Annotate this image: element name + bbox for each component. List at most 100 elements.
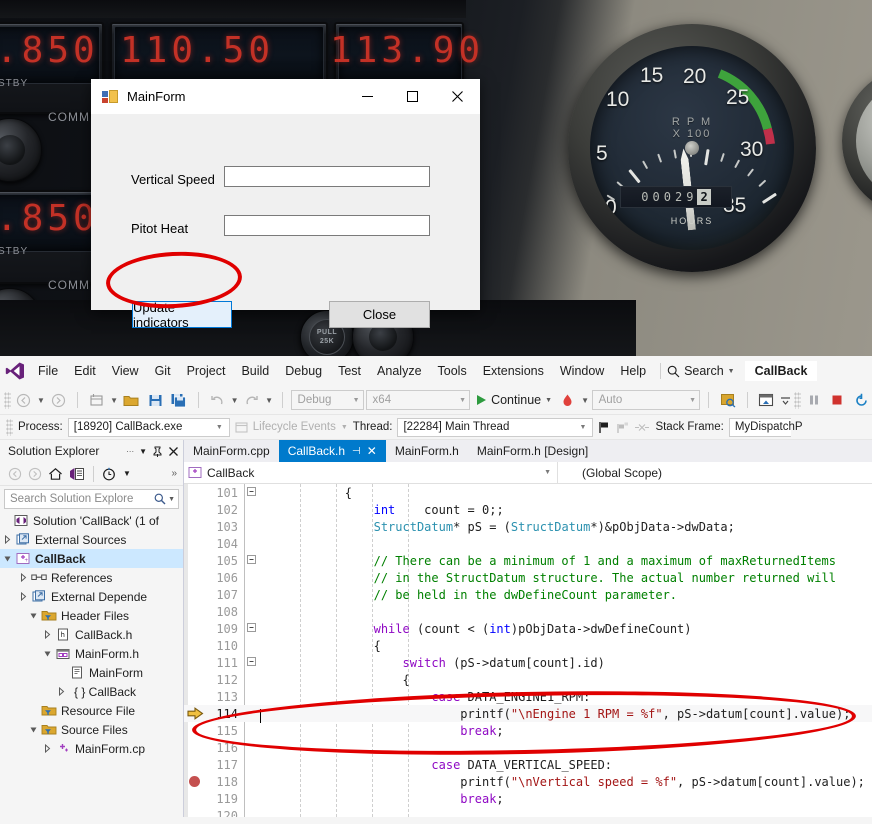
hot-reload-icon[interactable] (557, 389, 579, 411)
twisty-collapsed-icon[interactable] (54, 687, 68, 696)
process-combo[interactable]: [18920] CallBack.exe ▼ (68, 418, 230, 437)
close-icon[interactable] (168, 446, 179, 457)
hot-reload-dropdown-icon[interactable]: ▼ (581, 396, 590, 405)
code-gutter[interactable] (184, 790, 210, 807)
fold-toggle-icon[interactable] (244, 487, 258, 499)
break-all-icon[interactable] (803, 389, 825, 411)
code-gutter[interactable] (184, 552, 210, 569)
twisty-collapsed-icon[interactable] (40, 744, 54, 753)
link-threads-icon[interactable] (634, 422, 650, 433)
tree-item-external-sources[interactable]: External Sources (0, 530, 183, 549)
update-indicators-button[interactable]: Update indicators (132, 301, 232, 328)
minimize-icon[interactable] (345, 79, 390, 114)
breakpoint-icon[interactable] (189, 776, 200, 787)
navigate-backward-icon[interactable] (13, 389, 35, 411)
code-line[interactable]: 104 (184, 535, 872, 552)
vs-menu-bar[interactable]: File Edit View Git Project Build Debug T… (0, 356, 872, 386)
code-gutter[interactable] (184, 654, 210, 671)
flag-icon[interactable] (598, 421, 611, 434)
code-gutter[interactable] (184, 501, 210, 518)
menu-debug[interactable]: Debug (277, 356, 330, 386)
code-text-area[interactable]: 101 {102 int count = 0;;103 StructDatum*… (184, 484, 872, 817)
code-gutter[interactable] (184, 484, 210, 501)
restart-icon[interactable] (850, 389, 872, 411)
chevron-down-icon[interactable]: ▼ (123, 469, 131, 478)
breadcrumb-project-combo[interactable]: CallBack ▼ (184, 462, 558, 483)
code-line[interactable]: 108 (184, 603, 872, 620)
code-gutter[interactable] (184, 586, 210, 603)
thread-combo[interactable]: [22284] Main Thread ▼ (397, 418, 593, 437)
save-icon[interactable] (144, 389, 166, 411)
menu-analyze[interactable]: Analyze (369, 356, 429, 386)
tree-item-references[interactable]: References (0, 568, 183, 587)
code-line[interactable]: 102 int count = 0;; (184, 501, 872, 518)
code-line[interactable]: 118 printf("\nVertical speed = %f", pS->… (184, 773, 872, 790)
solution-explorer-toolbar[interactable]: ▼ » (0, 462, 183, 486)
twisty-collapsed-icon[interactable] (40, 630, 54, 639)
search-icon[interactable] (154, 493, 166, 505)
solution-explorer-search[interactable]: Search Solution Explore ▼ (4, 489, 179, 509)
tree-item-callback-project[interactable]: + CallBack (0, 549, 183, 568)
redo-icon[interactable] (241, 389, 263, 411)
code-line[interactable]: 105 // There can be a minimum of 1 and a… (184, 552, 872, 569)
close-icon[interactable]: ✕ (367, 444, 377, 458)
vertical-speed-input[interactable] (224, 166, 430, 187)
stack-frame-combo[interactable]: MyDispatchP (729, 418, 791, 437)
tree-item-external-dependencies[interactable]: External Depende (0, 587, 183, 606)
code-line[interactable]: 111 switch (pS->datum[count].id) (184, 654, 872, 671)
window-controls[interactable] (345, 79, 480, 114)
editor-tab-strip[interactable]: MainForm.cpp CallBack.h ⊣ ✕ MainForm.h M… (184, 440, 872, 462)
menu-view[interactable]: View (104, 356, 147, 386)
save-all-icon[interactable] (168, 389, 190, 411)
tree-item-namespace-callback[interactable]: { } CallBack (0, 682, 183, 701)
menu-window[interactable]: Window (552, 356, 612, 386)
vs-standard-toolbar[interactable]: ▼ ▼ ▼ ▼ (0, 386, 872, 415)
switch-views-icon[interactable] (69, 467, 85, 481)
undo-dropdown-icon[interactable]: ▼ (230, 396, 239, 405)
tab-mainform-cpp[interactable]: MainForm.cpp (184, 440, 279, 462)
live-visual-tree-icon[interactable] (756, 389, 778, 411)
code-line[interactable]: 101 { (184, 484, 872, 501)
twisty-expanded-icon[interactable] (26, 611, 40, 620)
mainform-dialog[interactable]: MainForm Vertical Speed Pitot Heat Updat… (91, 79, 480, 310)
twisty-expanded-icon[interactable] (40, 649, 54, 658)
menu-tools[interactable]: Tools (430, 356, 475, 386)
code-line[interactable]: 119 break; (184, 790, 872, 807)
code-line[interactable]: 107 // be held in the dwDefineCount para… (184, 586, 872, 603)
tree-item-mainform-cpp[interactable]: MainForm.cp (0, 739, 183, 758)
code-line[interactable]: 110 { (184, 637, 872, 654)
twisty-collapsed-icon[interactable] (16, 573, 30, 582)
editor-navigation-bar[interactable]: CallBack ▼ (Global Scope) (184, 462, 872, 484)
maximize-icon[interactable] (390, 79, 435, 114)
code-gutter[interactable] (184, 773, 210, 790)
code-gutter[interactable] (184, 620, 210, 637)
mainform-title-bar[interactable]: MainForm (91, 79, 480, 114)
tree-item-solution[interactable]: Solution 'CallBack' (1 of (0, 511, 183, 530)
code-gutter[interactable] (184, 756, 210, 773)
code-line[interactable]: 106 // in the StructDatum structure. The… (184, 569, 872, 586)
code-gutter[interactable] (184, 518, 210, 535)
pin-icon[interactable]: ⊣ (352, 446, 361, 457)
toolbar-grip-2[interactable] (794, 392, 801, 409)
solution-platform-combo[interactable]: x64 ▼ (366, 390, 471, 410)
pending-changes-icon[interactable] (102, 467, 117, 481)
fold-toggle-icon[interactable] (244, 623, 258, 635)
close-icon[interactable] (435, 79, 480, 114)
continue-button[interactable]: Continue ▼ (472, 393, 555, 407)
tree-item-resource-files[interactable]: Resource File (0, 701, 183, 720)
code-line[interactable]: 113 case DATA_ENGINE1_RPM: (184, 688, 872, 705)
fold-toggle-icon[interactable] (244, 657, 258, 669)
tree-item-mainform-h[interactable]: MainForm.h (0, 644, 183, 663)
new-project-dropdown-icon[interactable]: ▼ (110, 396, 119, 405)
close-button[interactable]: Close (329, 301, 430, 328)
code-lines[interactable]: 101 {102 int count = 0;;103 StructDatum*… (184, 484, 872, 817)
navigate-forward-icon[interactable] (47, 389, 69, 411)
code-line[interactable]: 120 (184, 807, 872, 817)
twisty-expanded-icon[interactable] (26, 725, 40, 734)
tree-item-callback-h[interactable]: h CallBack.h (0, 625, 183, 644)
code-gutter[interactable] (184, 705, 210, 722)
breadcrumb-scope-combo[interactable]: (Global Scope) (558, 462, 662, 483)
code-line[interactable]: 112 { (184, 671, 872, 688)
code-gutter[interactable] (184, 688, 210, 705)
menu-test[interactable]: Test (330, 356, 369, 386)
